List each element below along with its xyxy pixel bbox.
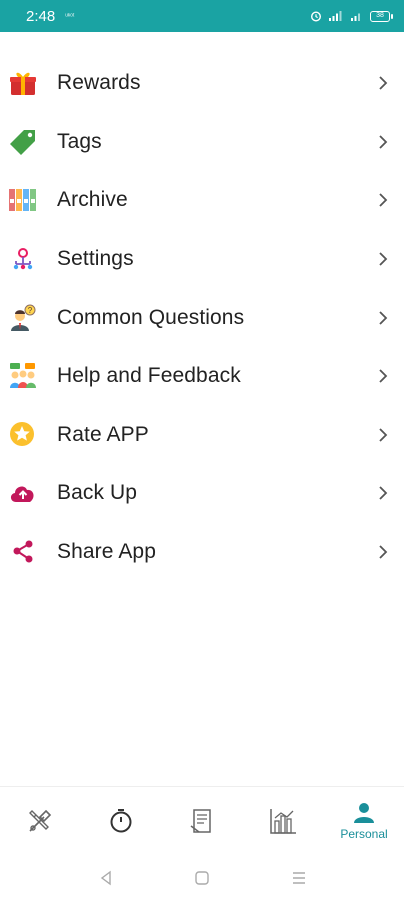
tools-icon xyxy=(29,809,52,832)
star-icon xyxy=(8,420,38,450)
menu-item-rate-app[interactable]: Rate APP xyxy=(0,406,404,465)
menu-item-label: Rate APP xyxy=(57,422,149,446)
chevron-right-icon xyxy=(379,486,388,501)
settings-network-icon xyxy=(8,244,38,274)
signal-icon xyxy=(351,13,360,21)
menu-item-share-app[interactable]: Share App xyxy=(0,523,404,582)
back-button[interactable] xyxy=(94,866,118,890)
timer-icon xyxy=(110,809,132,833)
menu-item-label: Settings xyxy=(57,247,134,271)
system-nav-bar xyxy=(0,856,404,900)
status-icons: 38 xyxy=(310,10,393,22)
chevron-right-icon xyxy=(379,369,388,383)
person-icon xyxy=(354,803,374,823)
menu-item-label: Share App xyxy=(57,540,156,564)
tab-timer[interactable] xyxy=(81,787,161,855)
back-icon xyxy=(100,870,111,886)
gift-icon xyxy=(8,68,38,98)
tab-notes[interactable] xyxy=(162,787,242,855)
menu-item-settings[interactable]: Settings xyxy=(0,230,404,289)
battery-icon: 38 xyxy=(370,10,393,22)
alarm-icon xyxy=(310,11,322,22)
menu-item-help-feedback[interactable]: Help and Feedback xyxy=(0,347,404,406)
menu-item-label: Rewards xyxy=(57,71,141,95)
bottom-nav: Personal xyxy=(0,786,404,854)
menu-item-common-questions[interactable]: ? Common Questions xyxy=(0,288,404,347)
tag-icon xyxy=(8,127,38,157)
chevron-right-icon xyxy=(379,311,388,325)
menu-item-label: Help and Feedback xyxy=(57,364,241,388)
status-time: 2:48 xyxy=(26,7,56,25)
chevron-right-icon xyxy=(379,193,388,208)
menu-item-back-up[interactable]: Back Up xyxy=(0,464,404,523)
tab-tools[interactable] xyxy=(0,787,80,855)
tab-personal[interactable]: Personal xyxy=(324,787,404,855)
chevron-right-icon xyxy=(379,135,388,149)
svg-text:?: ? xyxy=(28,306,33,315)
people-feedback-icon xyxy=(8,361,38,391)
menu-item-rewards[interactable]: Rewards xyxy=(0,54,404,113)
archive-binders-icon xyxy=(8,185,38,215)
menu-item-label: Archive xyxy=(57,188,128,212)
tab-personal-label: Personal xyxy=(340,827,388,841)
home-button[interactable] xyxy=(190,866,214,890)
chevron-right-icon xyxy=(379,252,388,266)
share-icon xyxy=(8,537,38,567)
chevron-right-icon xyxy=(379,545,388,559)
status-bar: 2:48 ᵘᵏᵒᵗ 38 xyxy=(0,0,404,32)
menu-item-label: Back Up xyxy=(57,481,138,505)
stats-chart-icon xyxy=(270,809,296,834)
menu-item-label: Tags xyxy=(57,129,102,153)
menu-item-tags[interactable]: Tags xyxy=(0,113,404,172)
carrier-label: ᵘᵏᵒᵗ xyxy=(65,12,75,20)
tab-stats[interactable] xyxy=(243,787,323,855)
notes-icon xyxy=(190,809,211,833)
signal-icon xyxy=(329,11,342,21)
recents-button[interactable] xyxy=(287,866,311,890)
settings-menu: Rewards Tags Archive Settings ? Common Q… xyxy=(0,54,404,581)
chevron-right-icon xyxy=(379,428,388,442)
menu-item-archive[interactable]: Archive xyxy=(0,171,404,230)
question-person-icon: ? xyxy=(8,303,38,333)
home-icon xyxy=(195,871,209,885)
recents-icon xyxy=(293,872,305,884)
cloud-upload-icon xyxy=(8,478,38,508)
menu-item-label: Common Questions xyxy=(57,305,245,329)
chevron-right-icon xyxy=(379,76,388,90)
